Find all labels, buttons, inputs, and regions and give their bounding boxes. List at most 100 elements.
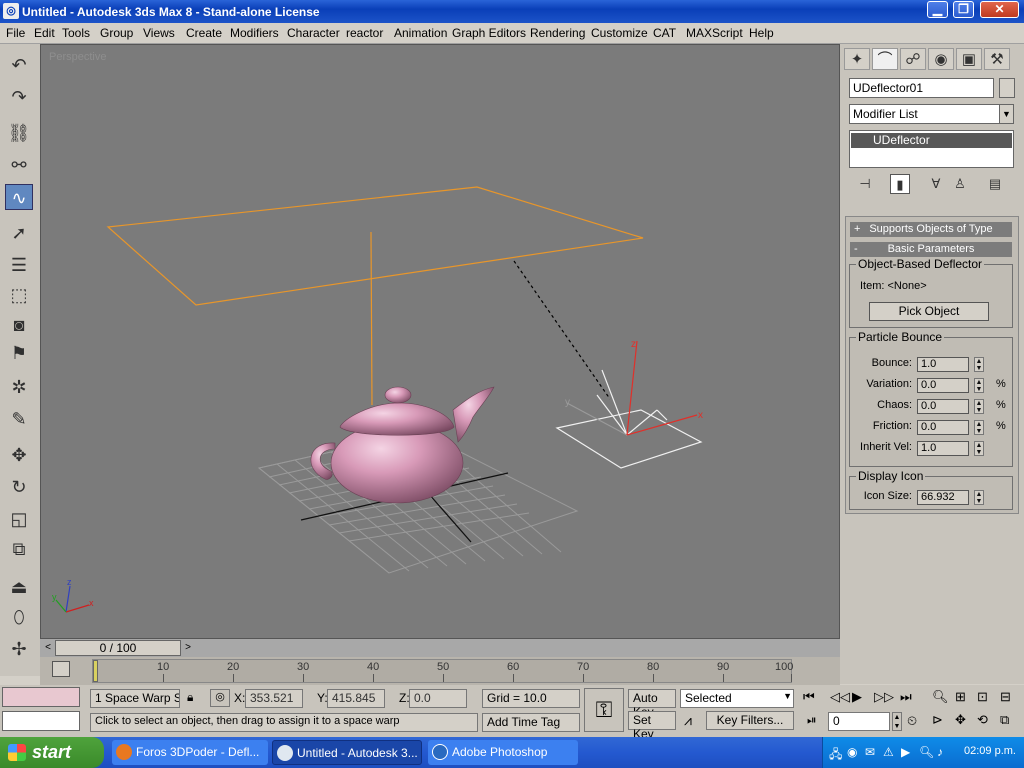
play-icon[interactable]: ▶ (852, 689, 862, 705)
time-prev-arrow[interactable]: < (41, 640, 55, 656)
messenger-icon[interactable]: ✉ (865, 745, 875, 759)
modify-tab-icon[interactable]: ⌒ (872, 48, 898, 70)
modifier-list-dropdown[interactable]: Modifier List ▼ (849, 104, 1014, 124)
friction-spinner[interactable]: 0.0 (917, 420, 969, 435)
lock-selection-icon[interactable]: 🔒︎ (187, 690, 193, 705)
media-icon[interactable]: ▶ (901, 745, 910, 759)
maxscript-listener-pink[interactable] (2, 687, 80, 707)
pan-icon[interactable]: ✥ (955, 712, 966, 728)
time-next-arrow[interactable]: > (181, 640, 195, 656)
key-tangent-icon[interactable]: ⩘ (684, 712, 692, 729)
undo-icon[interactable]: ↶ (5, 52, 33, 78)
mirror-icon[interactable]: ⬯ (5, 604, 33, 630)
inherit-vel-spinner[interactable]: 1.0 (917, 441, 969, 456)
next-frame-icon[interactable]: ▷▷ (874, 689, 894, 705)
spinner-arrows-icon[interactable]: ▲ ▼ (974, 399, 984, 414)
window-crossing-icon[interactable]: ◙ (5, 312, 33, 338)
edit-icon[interactable]: ✎ (5, 406, 33, 432)
hierarchy-tab-icon[interactable]: ☍ (900, 48, 926, 70)
select-object-icon[interactable]: ➚ (5, 220, 33, 246)
spinner-arrows-icon[interactable]: ▲ ▼ (892, 712, 902, 731)
stack-item-udeflector[interactable]: UDeflector (851, 133, 1012, 148)
rollout-supports-objects[interactable]: + Supports Objects of Type (850, 222, 1012, 237)
maxscript-listener-white[interactable] (2, 711, 80, 731)
remove-modifier-icon[interactable]: ♙ (950, 174, 970, 194)
icon-size-spinner[interactable]: 66.932 (917, 490, 969, 505)
snap-icon[interactable]: ⧉ (5, 536, 33, 562)
task-firefox[interactable]: Foros 3DPoder - Defl... (112, 740, 268, 765)
spinner-arrows-icon[interactable]: ▲ ▼ (974, 357, 984, 372)
menu-create[interactable]: Create (186, 26, 222, 40)
rotate-icon[interactable]: ↻ (5, 474, 33, 500)
time-slider-thumb[interactable]: 0 / 100 (55, 640, 181, 656)
arc-rotate-icon[interactable]: ⟲ (977, 712, 988, 728)
go-to-start-icon[interactable]: ⏮ (803, 689, 815, 705)
menu-help[interactable]: Help (749, 26, 774, 40)
object-color-swatch[interactable] (999, 78, 1015, 98)
mini-curve-editor-icon[interactable] (52, 661, 70, 677)
zoom-extents-all-icon[interactable]: ⊟ (1000, 689, 1011, 705)
chevron-down-icon[interactable]: ▼ (783, 691, 792, 701)
move-icon[interactable]: ✥ (5, 442, 33, 468)
zoom-extents-icon[interactable]: ⊡ (977, 689, 988, 705)
y-coordinate[interactable]: 415.845 (327, 689, 385, 708)
display-tab-icon[interactable]: ▣ (956, 48, 982, 70)
unlink-icon[interactable]: ⚯ (5, 152, 33, 178)
key-mode-toggle-icon[interactable]: ⏯ (807, 713, 817, 728)
add-time-tag-button[interactable]: Add Time Tag (482, 713, 580, 732)
set-key-button[interactable]: Set Key (628, 711, 676, 741)
current-frame-field[interactable]: 0 (828, 712, 890, 731)
bind-to-space-warp-icon[interactable]: ∿ (5, 184, 33, 210)
motion-tab-icon[interactable]: ◉ (928, 48, 954, 70)
close-button[interactable]: ✕ (980, 1, 1019, 18)
menu-rendering[interactable]: Rendering (530, 26, 585, 40)
menu-tools[interactable]: Tools (62, 26, 90, 40)
minimize-button[interactable]: ▁ (927, 1, 948, 18)
maximize-button[interactable]: ❐ (953, 1, 974, 18)
bounce-spinner[interactable]: 1.0 (917, 357, 969, 372)
redo-icon[interactable]: ↷ (5, 84, 33, 110)
z-coordinate[interactable]: 0.0 (409, 689, 467, 708)
variation-spinner[interactable]: 0.0 (917, 378, 969, 393)
timeline[interactable]: 10 20 30 40 50 60 70 80 90 100 (92, 659, 793, 683)
task-3dsmax[interactable]: Untitled - Autodesk 3... (272, 740, 422, 765)
menu-graph-editors[interactable]: Graph Editors (452, 26, 526, 40)
auto-key-button[interactable]: Auto Key (628, 689, 676, 719)
create-tab-icon[interactable]: ✦ (844, 48, 870, 70)
menu-reactor[interactable]: reactor (346, 26, 383, 40)
spinner-arrows-icon[interactable]: ▲ ▼ (974, 378, 984, 393)
key-mode-dropdown[interactable]: Selected ▼ (680, 689, 794, 708)
time-slider[interactable]: < 0 / 100 > (40, 639, 840, 657)
menu-maxscript[interactable]: MAXScript (686, 26, 743, 40)
volume-icon[interactable]: ♪ (937, 745, 943, 759)
rollout-basic-parameters[interactable]: - Basic Parameters (850, 242, 1012, 257)
select-by-name-icon[interactable]: ☰ (5, 252, 33, 278)
chaos-spinner[interactable]: 0.0 (917, 399, 969, 414)
align-icon[interactable]: ✢ (5, 636, 33, 662)
maximize-viewport-icon[interactable]: ⧉ (1000, 712, 1009, 728)
menu-modifiers[interactable]: Modifiers (230, 26, 279, 40)
menu-cat[interactable]: CAT (653, 26, 676, 40)
task-photoshop[interactable]: Adobe Photoshop (428, 740, 578, 765)
manipulate-icon[interactable]: ✲ (5, 374, 33, 400)
pick-object-button[interactable]: Pick Object (869, 302, 989, 321)
menu-file[interactable]: File (6, 26, 25, 40)
absolute-mode-icon[interactable]: ◎ (210, 689, 230, 707)
go-to-end-icon[interactable]: ⏭ (900, 689, 912, 705)
selection-filter-icon[interactable]: ⚑ (5, 340, 33, 366)
security-icon[interactable]: ⚠ (883, 745, 894, 759)
configure-sets-icon[interactable]: ▤ (985, 174, 1005, 194)
menu-animation[interactable]: Animation (394, 26, 447, 40)
zoom-all-icon[interactable]: ⊞ (955, 689, 966, 705)
spinner-arrows-icon[interactable]: ▲ ▼ (974, 490, 984, 505)
show-end-result-icon[interactable]: ▮ (890, 174, 910, 194)
x-coordinate[interactable]: 353.521 (245, 689, 303, 708)
pin-stack-icon[interactable]: ⊣ (855, 174, 875, 194)
scale-icon[interactable]: ◱ (5, 506, 33, 532)
field-of-view-icon[interactable]: ⊳ (932, 712, 943, 728)
select-and-link-icon[interactable]: ⛓ (5, 120, 33, 146)
menu-views[interactable]: Views (143, 26, 175, 40)
antivirus-icon[interactable]: ◉ (847, 745, 857, 759)
start-button[interactable]: start (0, 737, 104, 768)
menu-customize[interactable]: Customize (591, 26, 648, 40)
